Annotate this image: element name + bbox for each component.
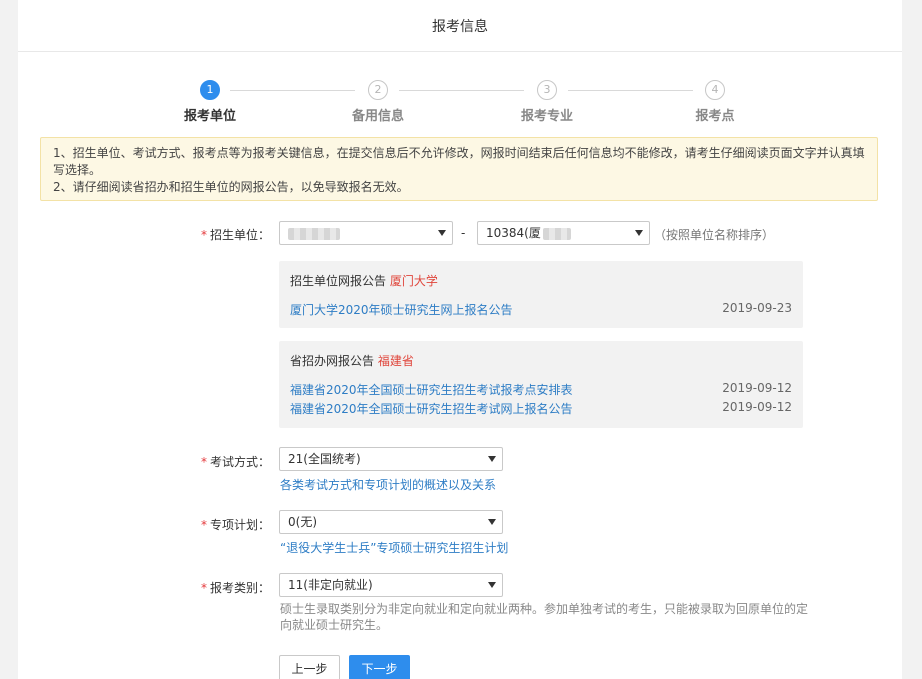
step-number: 1 (200, 80, 220, 100)
unit-select[interactable]: 10384(厦 (477, 221, 650, 245)
chevron-down-icon (438, 230, 446, 236)
notice-link[interactable]: 福建省2020年全国硕士研究生招生考试网上报名公告 (290, 400, 573, 417)
required-star: * (200, 518, 207, 532)
special-plan-label: * 专项计划： (180, 516, 270, 533)
notice-line-2: 2、请仔细阅读省招办和招生单位的网报公告，以免导致报名无效。 (53, 180, 409, 194)
special-plan-select[interactable]: 0(无) (279, 510, 503, 534)
list-item: 福建省2020年全国硕士研究生招生考试网上报名公告 2019-09-12 (290, 400, 792, 417)
list-item: 福建省2020年全国硕士研究生招生考试报考点安排表 2019-09-12 (290, 381, 792, 398)
notice-line-1: 1、招生单位、考试方式、报考点等为报考关键信息，在提交信息后不允许修改，网报时间… (53, 146, 865, 177)
step-number: 3 (537, 80, 557, 100)
special-plan-link[interactable]: “退役大学生士兵”专项硕士研究生招生计划 (280, 539, 508, 556)
unit-label: * 招生单位： (180, 226, 270, 243)
chevron-down-icon (488, 582, 496, 588)
next-button[interactable]: 下一步 (349, 655, 410, 679)
prev-button[interactable]: 上一步 (279, 655, 340, 679)
unit-select-value: 10384(厦 (486, 226, 541, 240)
exam-mode-link[interactable]: 各类考试方式和专项计划的概述以及关系 (280, 476, 496, 493)
unit-notice-box: 招生单位网报公告 厦门大学 厦门大学2020年硕士研究生网上报名公告 2019-… (279, 261, 803, 328)
unit-notice-title-text: 招生单位网报公告 (290, 274, 387, 288)
notice-date: 2019-09-23 (722, 301, 792, 315)
exam-mode-select[interactable]: 21(全国统考) (279, 447, 503, 471)
province-notice-highlight: 福建省 (377, 354, 414, 368)
province-select[interactable] (279, 221, 453, 245)
required-star: * (200, 455, 207, 469)
special-plan-label-text: 专项计划： (209, 518, 270, 532)
category-select[interactable]: 11(非定向就业) (279, 573, 503, 597)
redacted-value (288, 227, 340, 240)
required-star: * (200, 228, 207, 242)
category-description: 硕士生录取类别分为非定向就业和定向就业两种。参加单独考试的考生，只能被录取为回原… (280, 602, 809, 632)
province-notice-box: 省招办网报公告 福建省 福建省2020年全国硕士研究生招生考试报考点安排表 20… (279, 341, 803, 428)
category-label-text: 报考类别： (209, 581, 270, 595)
unit-separator: - (461, 226, 466, 240)
special-plan-value: 0(无) (288, 515, 317, 529)
chevron-down-icon (635, 230, 643, 236)
step-2: 2 备用信息 (328, 80, 428, 124)
chevron-down-icon (488, 519, 496, 525)
category-value: 11(非定向就业) (288, 578, 373, 592)
page-title: 报考信息 (18, 0, 902, 52)
exam-mode-value: 21(全国统考) (288, 452, 361, 466)
list-item: 厦门大学2020年硕士研究生网上报名公告 2019-09-23 (290, 301, 792, 318)
step-label: 备用信息 (351, 109, 404, 124)
step-1: 1 报考单位 (160, 80, 260, 124)
notice-date: 2019-09-12 (722, 400, 792, 414)
redacted-value (542, 227, 571, 240)
step-label: 报考单位 (183, 109, 236, 124)
exam-mode-label-text: 考试方式： (209, 455, 270, 469)
notice-link[interactable]: 厦门大学2020年硕士研究生网上报名公告 (290, 301, 513, 318)
notice-link[interactable]: 福建省2020年全国硕士研究生招生考试报考点安排表 (290, 381, 573, 398)
step-label: 报考点 (695, 109, 735, 124)
notice-box: 1、招生单位、考试方式、报考点等为报考关键信息，在提交信息后不允许修改，网报时间… (40, 137, 878, 201)
chevron-down-icon (488, 456, 496, 462)
required-star: * (200, 581, 207, 595)
page-title-text: 报考信息 (432, 18, 488, 35)
step-number: 2 (368, 80, 388, 100)
province-notice-title: 省招办网报公告 福建省 (290, 352, 414, 369)
sort-hint: （按照单位名称排序） (654, 228, 775, 242)
unit-notice-highlight: 厦门大学 (389, 274, 438, 288)
unit-label-text: 招生单位： (209, 228, 270, 242)
province-notice-title-text: 省招办网报公告 (290, 354, 375, 368)
exam-mode-label: * 考试方式： (180, 453, 270, 470)
unit-notice-title: 招生单位网报公告 厦门大学 (290, 272, 438, 289)
form-panel: 报考信息 1 报考单位 2 备用信息 3 报考专业 4 报考点 1、招生单位、考… (18, 0, 902, 679)
notice-date: 2019-09-12 (722, 381, 792, 395)
category-label: * 报考类别： (180, 579, 270, 596)
step-label: 报考专业 (520, 109, 573, 124)
step-3: 3 报考专业 (497, 80, 597, 124)
step-indicator: 1 报考单位 2 备用信息 3 报考专业 4 报考点 (18, 80, 902, 124)
step-number: 4 (705, 80, 725, 100)
step-4: 4 报考点 (665, 80, 765, 124)
